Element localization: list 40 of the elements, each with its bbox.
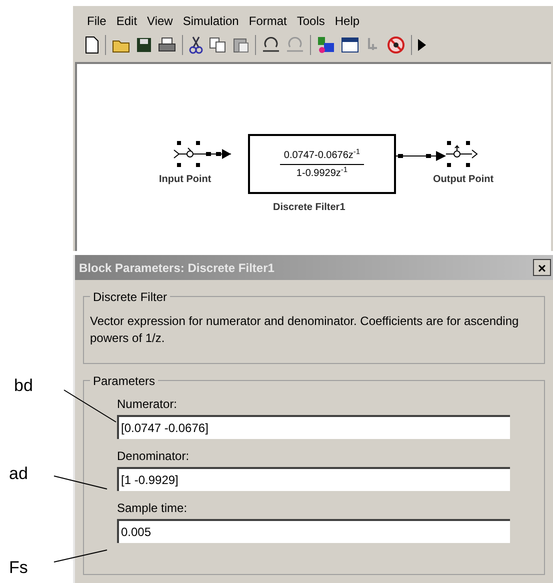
- input-field[interactable]: 0.005: [117, 519, 510, 543]
- copy-icon[interactable]: [209, 37, 227, 53]
- input-field[interactable]: [0.0747 -0.0676]: [117, 415, 510, 439]
- library-icon[interactable]: [317, 36, 335, 54]
- input-field[interactable]: [1 -0.9929]: [117, 467, 510, 491]
- block-label: Discrete Filter1: [273, 201, 346, 215]
- menu-item[interactable]: Edit: [116, 12, 138, 32]
- description-text: Vector expression for numerator and denominator. Coefficients are for ascending powers of 1/z.: [90, 313, 520, 347]
- close-button[interactable]: ×: [533, 259, 551, 276]
- leader-line: [54, 550, 108, 562]
- block-label: Input Point: [159, 173, 212, 187]
- leader-line: [64, 390, 116, 422]
- transfer-denominator: 1-0.9929z$^{-1}$: [296, 164, 348, 180]
- signal-line: [396, 150, 446, 162]
- transfer-numerator: 0.0747-0.0676z$^{-1}$: [280, 148, 364, 164]
- menu-item[interactable]: View: [147, 12, 173, 32]
- paste-icon[interactable]: [233, 37, 249, 53]
- scissors-icon[interactable]: [189, 36, 203, 54]
- menu-item[interactable]: Format: [248, 12, 287, 32]
- leader-line: [54, 476, 108, 490]
- menu-item[interactable]: Tools: [296, 12, 325, 32]
- menu-item[interactable]: File: [87, 12, 106, 32]
- annotation-label: Fs: [9, 557, 28, 579]
- menu-item[interactable]: Simulation: [182, 12, 239, 32]
- block-label: Output Point: [433, 173, 494, 187]
- play-icon[interactable]: [418, 39, 426, 51]
- field-label: Sample time:: [117, 501, 188, 515]
- save-icon[interactable]: [136, 37, 152, 53]
- dialog-title: Block Parameters: Discrete Filter1: [79, 260, 274, 276]
- annotation-label: ad: [9, 463, 28, 485]
- menu-item[interactable]: Help: [334, 12, 360, 32]
- undo-icon[interactable]: [262, 37, 280, 53]
- window-icon[interactable]: [341, 37, 359, 53]
- new-file-icon[interactable]: [85, 36, 99, 54]
- annotation-label: bd: [14, 375, 33, 397]
- field-label: Numerator:: [117, 397, 178, 411]
- field-label: Denominator:: [117, 449, 190, 463]
- filter-block[interactable]: 0.0747-0.0676z$^{-1}$ 1-0.9929z$^{-1}$: [248, 134, 396, 194]
- printer-icon[interactable]: [158, 37, 176, 53]
- stop-sign-icon[interactable]: [387, 36, 405, 54]
